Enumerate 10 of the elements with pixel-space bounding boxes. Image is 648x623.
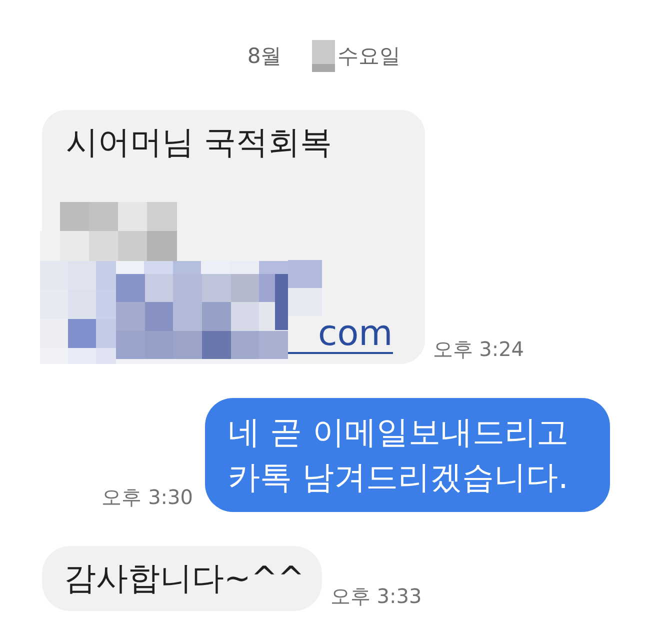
message-text: 시어머님 국적회복	[66, 123, 332, 161]
date-label: 수요일	[338, 43, 401, 70]
timestamp: 오후 3:24	[432, 338, 524, 360]
message-text: 감사합니다~^^	[64, 559, 304, 597]
message-text: 네 곧 이메일보내드리고 카톡 남겨드리겠습니다.	[228, 413, 568, 496]
date-label: 8월	[247, 43, 282, 70]
timestamp: 오후 3:33	[330, 585, 422, 607]
timestamp: 오후 3:30	[102, 486, 193, 508]
pixelated-block	[312, 40, 335, 72]
email-link[interactable]: com	[288, 316, 393, 354]
